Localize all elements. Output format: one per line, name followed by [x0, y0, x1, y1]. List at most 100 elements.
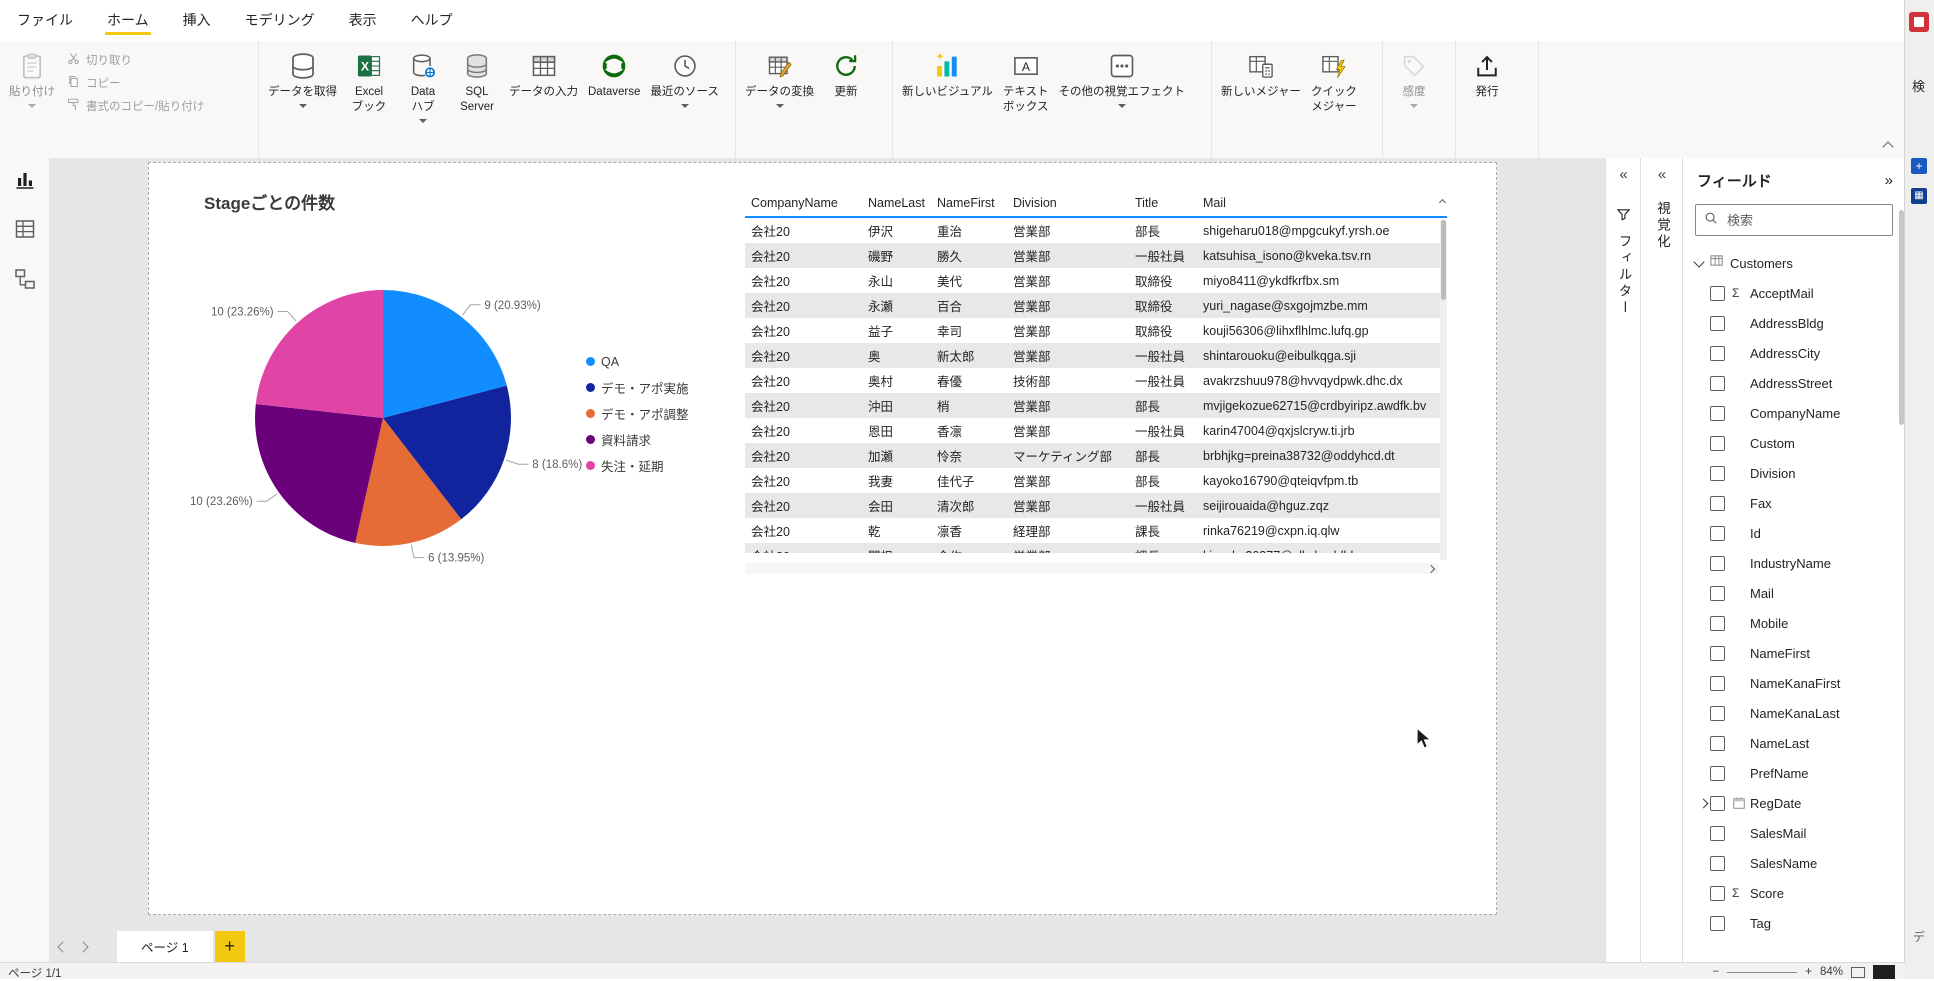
field-checkbox[interactable] — [1710, 855, 1725, 871]
add-page-button[interactable]: + — [214, 931, 245, 962]
ribbon-button-copy[interactable]: コピー — [62, 71, 208, 94]
expand-filters-icon[interactable]: « — [1606, 158, 1641, 183]
ribbon-button-excel-workbook[interactable]: X Excel ブック — [342, 47, 396, 118]
zoom-out-icon[interactable]: − — [1713, 966, 1720, 978]
blue-app-icon-2[interactable]: ▦ — [1911, 188, 1927, 204]
ribbon-button-refresh[interactable]: 更新 — [819, 47, 873, 103]
field-checkbox[interactable] — [1710, 315, 1725, 331]
ribbon-button-cut[interactable]: 切り取り — [62, 48, 208, 71]
ribbon-button-more-visuals[interactable]: その他の視覚エフェクト — [1054, 47, 1191, 111]
zoom-slider[interactable] — [1727, 971, 1798, 973]
column-header-NameFirst[interactable]: NameFirst — [931, 196, 1007, 210]
field-checkbox[interactable] — [1710, 675, 1725, 691]
field-item-IndustryName[interactable]: IndustryName — [1683, 548, 1905, 578]
ribbon-button-dataverse[interactable]: Dataverse — [583, 47, 645, 103]
field-checkbox[interactable] — [1710, 405, 1725, 421]
field-item-RegDate[interactable]: RegDate — [1683, 788, 1905, 818]
field-checkbox[interactable] — [1710, 375, 1725, 391]
ribbon-button-new-measure[interactable]: 新しいメジャー — [1216, 47, 1306, 103]
field-item-SalesMail[interactable]: SalesMail — [1683, 818, 1905, 848]
field-checkbox[interactable] — [1710, 495, 1725, 511]
field-item-Score[interactable]: Σ Score — [1683, 878, 1905, 908]
table-horizontal-scrollbar[interactable] — [745, 563, 1438, 574]
field-item-AddressStreet[interactable]: AddressStreet — [1683, 368, 1905, 398]
menu-tab-5[interactable]: ヘルプ — [394, 0, 470, 41]
next-page-button[interactable] — [77, 940, 89, 953]
field-checkbox[interactable] — [1710, 915, 1725, 931]
chevron-down-icon[interactable] — [1693, 255, 1705, 268]
report-page[interactable]: Stageごとの件数 9 (20.93%) 8 (18.6%) 6 (13.95%)… — [148, 162, 1497, 915]
field-item-Custom[interactable]: Custom — [1683, 428, 1905, 458]
ribbon-button-quick-measure[interactable]: クイック メジャー — [1306, 47, 1362, 118]
field-checkbox[interactable] — [1710, 615, 1725, 631]
menu-tab-4[interactable]: 表示 — [332, 0, 394, 41]
field-checkbox[interactable] — [1710, 795, 1725, 811]
table-node-customers[interactable]: Customers — [1683, 250, 1905, 276]
field-item-Division[interactable]: Division — [1683, 458, 1905, 488]
column-header-CompanyName[interactable]: CompanyName — [745, 196, 862, 210]
field-item-PrefName[interactable]: PrefName — [1683, 758, 1905, 788]
expand-visualizations-icon[interactable]: « — [1641, 158, 1683, 183]
field-checkbox[interactable] — [1710, 555, 1725, 571]
legend-item[interactable]: 失注・延期 — [586, 457, 689, 474]
ribbon-collapse-button[interactable] — [1879, 138, 1897, 153]
column-header-NameLast[interactable]: NameLast — [862, 196, 931, 210]
search-input[interactable] — [1725, 211, 1879, 229]
field-item-AcceptMail[interactable]: Σ AcceptMail — [1683, 278, 1905, 308]
model-view-button[interactable] — [12, 266, 38, 292]
legend-item[interactable]: QA — [586, 353, 689, 370]
ribbon-button-new-visual[interactable]: 新しいビジュアル — [897, 47, 998, 103]
field-checkbox[interactable] — [1710, 645, 1725, 661]
field-checkbox[interactable] — [1710, 345, 1725, 361]
field-checkbox[interactable] — [1710, 465, 1725, 481]
ribbon-button-recent-sources[interactable]: 最近のソース — [645, 47, 723, 111]
field-item-Tag[interactable]: Tag — [1683, 908, 1905, 938]
report-view-button[interactable] — [12, 166, 38, 192]
table-scroll-up-icon[interactable] — [1438, 196, 1447, 207]
field-item-Fax[interactable]: Fax — [1683, 488, 1905, 518]
menu-tab-2[interactable]: 挿入 — [166, 0, 228, 41]
field-item-CompanyName[interactable]: CompanyName — [1683, 398, 1905, 428]
ribbon-button-format-painter[interactable]: 書式のコピー/貼り付け — [62, 94, 208, 117]
ribbon-button-sensitivity[interactable]: 感度 — [1387, 47, 1441, 111]
field-item-NameLast[interactable]: NameLast — [1683, 728, 1905, 758]
ribbon-button-sql-server[interactable]: SQL Server — [450, 47, 504, 118]
field-item-SalesName[interactable]: SalesName — [1683, 848, 1905, 878]
ribbon-button-enter-data[interactable]: データの入力 — [504, 47, 583, 103]
field-checkbox[interactable] — [1710, 735, 1725, 751]
column-header-Title[interactable]: Title — [1129, 196, 1197, 210]
page-tab[interactable]: ページ 1 — [117, 931, 213, 962]
menu-tab-3[interactable]: モデリング — [228, 0, 332, 41]
ribbon-button-text-box[interactable]: A テキスト ボックス — [998, 47, 1054, 118]
ribbon-button-publish[interactable]: 発行 — [1460, 47, 1514, 103]
fields-search-box[interactable] — [1695, 204, 1893, 236]
filters-pane-collapsed[interactable]: « フィルター — [1605, 158, 1641, 962]
field-item-NameKanaLast[interactable]: NameKanaLast — [1683, 698, 1905, 728]
blue-app-icon[interactable]: + — [1911, 158, 1927, 174]
menu-tab-0[interactable]: ファイル — [0, 0, 90, 41]
legend-item[interactable]: デモ・アポ調整 — [586, 405, 689, 422]
fit-to-page-icon[interactable] — [1851, 966, 1865, 978]
ribbon-button-get-data[interactable]: データを取得 — [263, 47, 342, 111]
field-item-NameKanaFirst[interactable]: NameKanaFirst — [1683, 668, 1905, 698]
legend-item[interactable]: デモ・アポ実施 — [586, 379, 689, 396]
app-icon[interactable] — [1909, 12, 1929, 32]
zoom-in-icon[interactable]: + — [1805, 966, 1812, 978]
menu-tab-1[interactable]: ホーム — [90, 0, 166, 41]
column-header-Mail[interactable]: Mail — [1197, 196, 1447, 210]
table-vertical-scrollbar[interactable] — [1440, 220, 1447, 560]
field-checkbox[interactable] — [1710, 435, 1725, 451]
field-item-Mail[interactable]: Mail — [1683, 578, 1905, 608]
field-item-Id[interactable]: Id — [1683, 518, 1905, 548]
ribbon-button-transform-data[interactable]: データの変換 — [740, 47, 819, 111]
field-checkbox[interactable] — [1710, 525, 1725, 541]
chevron-right-icon[interactable] — [1697, 797, 1710, 810]
field-item-NameFirst[interactable]: NameFirst — [1683, 638, 1905, 668]
visualizations-pane-collapsed[interactable]: « 視覚化 — [1640, 158, 1683, 962]
column-header-Division[interactable]: Division — [1007, 196, 1129, 210]
ribbon-button-data-hub[interactable]: Data ハブ — [396, 47, 450, 126]
scrollbar-thumb[interactable] — [1441, 220, 1446, 300]
field-item-Mobile[interactable]: Mobile — [1683, 608, 1905, 638]
field-checkbox[interactable] — [1710, 765, 1725, 781]
field-checkbox[interactable] — [1710, 705, 1725, 721]
